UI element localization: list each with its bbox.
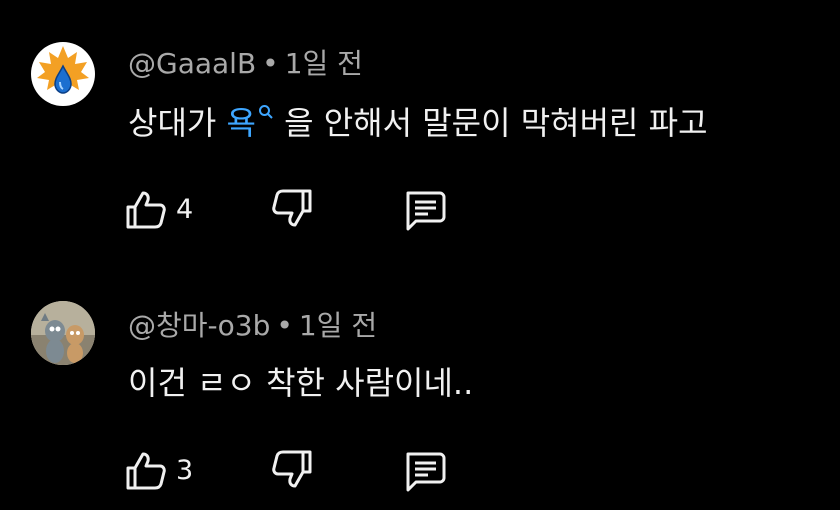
separator: • [276, 309, 293, 342]
comment-icon [406, 452, 446, 492]
comment-text: 이건 ㄹㅇ 착한 사람이네.. [128, 364, 474, 402]
search-icon[interactable] [258, 104, 274, 125]
thumbs-up-icon [126, 452, 166, 490]
like-count: 4 [176, 193, 194, 225]
cartoon-characters-icon [31, 301, 95, 365]
reply-button[interactable] [400, 184, 448, 234]
like-button[interactable]: 3 [122, 445, 193, 495]
timestamp[interactable]: 1일 전 [285, 47, 363, 80]
comment-text-after: 을 안해서 말문이 막혀버린 파고 [273, 104, 708, 142]
author-name[interactable]: @창마-o3b [128, 309, 270, 342]
dislike-button[interactable] [268, 184, 316, 234]
thumbs-up-icon [126, 191, 166, 229]
comment-actions: 3 [0, 445, 840, 495]
timestamp[interactable]: 1일 전 [299, 309, 377, 342]
comment-meta: @창마-o3b • 1일 전 [128, 312, 377, 340]
like-count: 3 [176, 454, 194, 486]
thumbs-down-icon [272, 450, 312, 488]
avatar[interactable] [31, 42, 95, 106]
reply-button[interactable] [400, 445, 448, 495]
comment-item: @창마-o3b • 1일 전 이건 ㄹㅇ 착한 사람이네.. 3 [0, 255, 840, 510]
comment-text-before: 상대가 [128, 104, 227, 142]
like-button[interactable]: 4 [122, 184, 193, 234]
separator: • [262, 47, 279, 80]
comment-meta: @GaaalB • 1일 전 [128, 50, 363, 78]
search-link[interactable]: 욕 [227, 104, 256, 142]
dislike-button[interactable] [268, 445, 316, 495]
thumbs-down-icon [272, 189, 312, 227]
maple-leaf-icon [37, 46, 89, 94]
comment-actions: 4 [0, 184, 840, 234]
avatar[interactable] [31, 301, 95, 365]
author-name[interactable]: @GaaalB [128, 47, 256, 80]
comment-icon [406, 191, 446, 231]
comment-item: @GaaalB • 1일 전 상대가 욕 을 안해서 말문이 막혀버린 파고 4 [0, 0, 840, 255]
comment-text: 상대가 욕 을 안해서 말문이 막혀버린 파고 [128, 104, 708, 139]
